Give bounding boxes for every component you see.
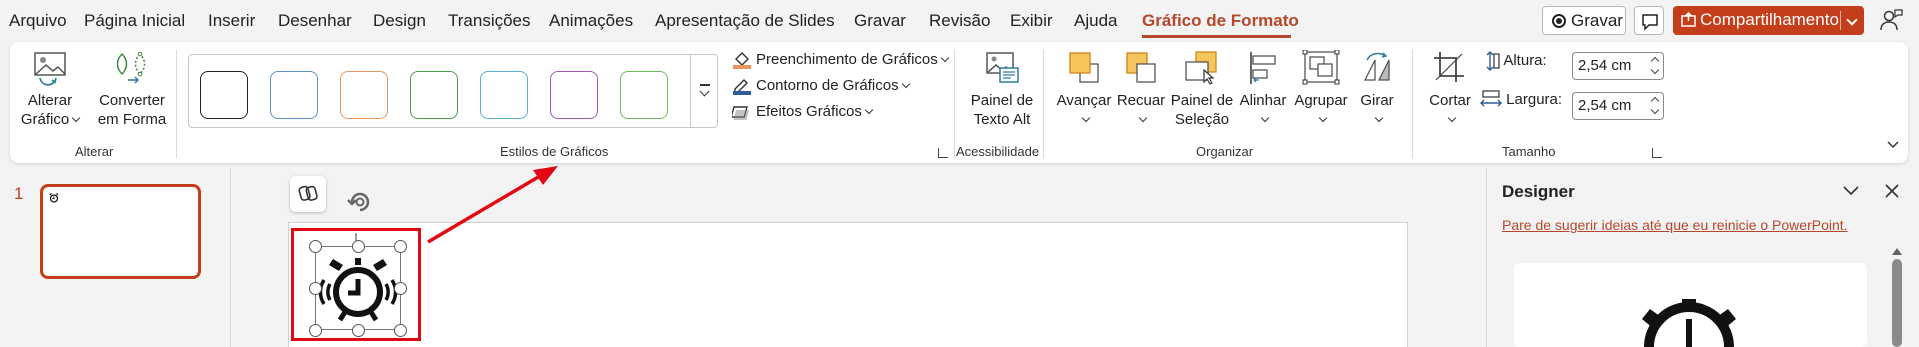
designer-title: Designer — [1502, 182, 1575, 201]
alarm-clock-icon — [1642, 299, 1736, 347]
chevron-down-icon[interactable] — [1842, 184, 1860, 198]
resize-handle-nw[interactable] — [309, 240, 322, 253]
resize-handle-s[interactable] — [352, 324, 365, 337]
resize-handle-se[interactable] — [394, 324, 407, 337]
scrollbar-thumb[interactable] — [1892, 259, 1902, 347]
annotation-arrow-head — [533, 166, 558, 185]
annotation-arrow — [427, 174, 541, 244]
resize-handle-ne[interactable] — [394, 240, 407, 253]
alarm-clock-icon[interactable] — [318, 252, 398, 327]
resize-handle-sw[interactable] — [309, 324, 322, 337]
stop-suggesting-link[interactable]: Pare de sugerir ideias até que eu reinic… — [1502, 217, 1848, 233]
close-icon[interactable] — [1884, 183, 1900, 199]
resize-handle-w[interactable] — [309, 282, 322, 295]
scroll-up-icon[interactable] — [1892, 248, 1902, 255]
resize-handle-n[interactable] — [352, 240, 365, 253]
resize-handle-e[interactable] — [394, 282, 407, 295]
design-idea-card[interactable] — [1514, 263, 1867, 347]
